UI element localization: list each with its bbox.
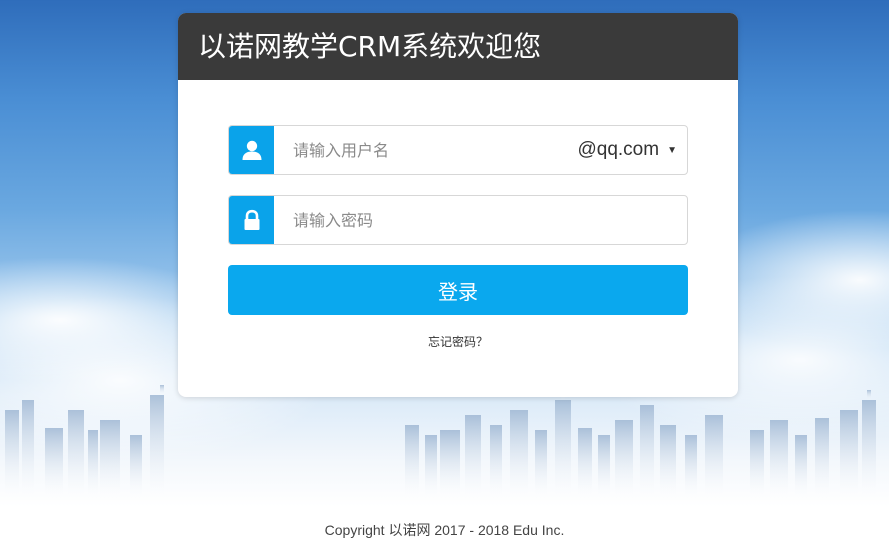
user-icon <box>229 126 274 174</box>
copyright-footer: Copyright 以诺网 2017 - 2018 Edu Inc. <box>324 522 565 538</box>
login-button[interactable]: 登录 <box>228 265 688 315</box>
page-title: 以诺网教学CRM系统欢迎您 <box>178 13 738 80</box>
password-input[interactable] <box>274 196 684 244</box>
username-field: @qq.com ▼ <box>228 125 688 175</box>
lock-icon <box>229 196 274 244</box>
username-input[interactable] <box>274 126 564 174</box>
forgot-password-link[interactable]: 忘记密码？ <box>178 333 738 350</box>
login-panel: 以诺网教学CRM系统欢迎您 @qq.com ▼ 登录 忘记密码？ <box>178 13 738 397</box>
caret-down-icon: ▼ <box>667 144 677 156</box>
city-skyline-background <box>5 385 876 500</box>
email-domain-value: @qq.com <box>577 139 660 160</box>
email-domain-select[interactable]: @qq.com ▼ <box>577 126 677 174</box>
password-field <box>228 195 688 245</box>
